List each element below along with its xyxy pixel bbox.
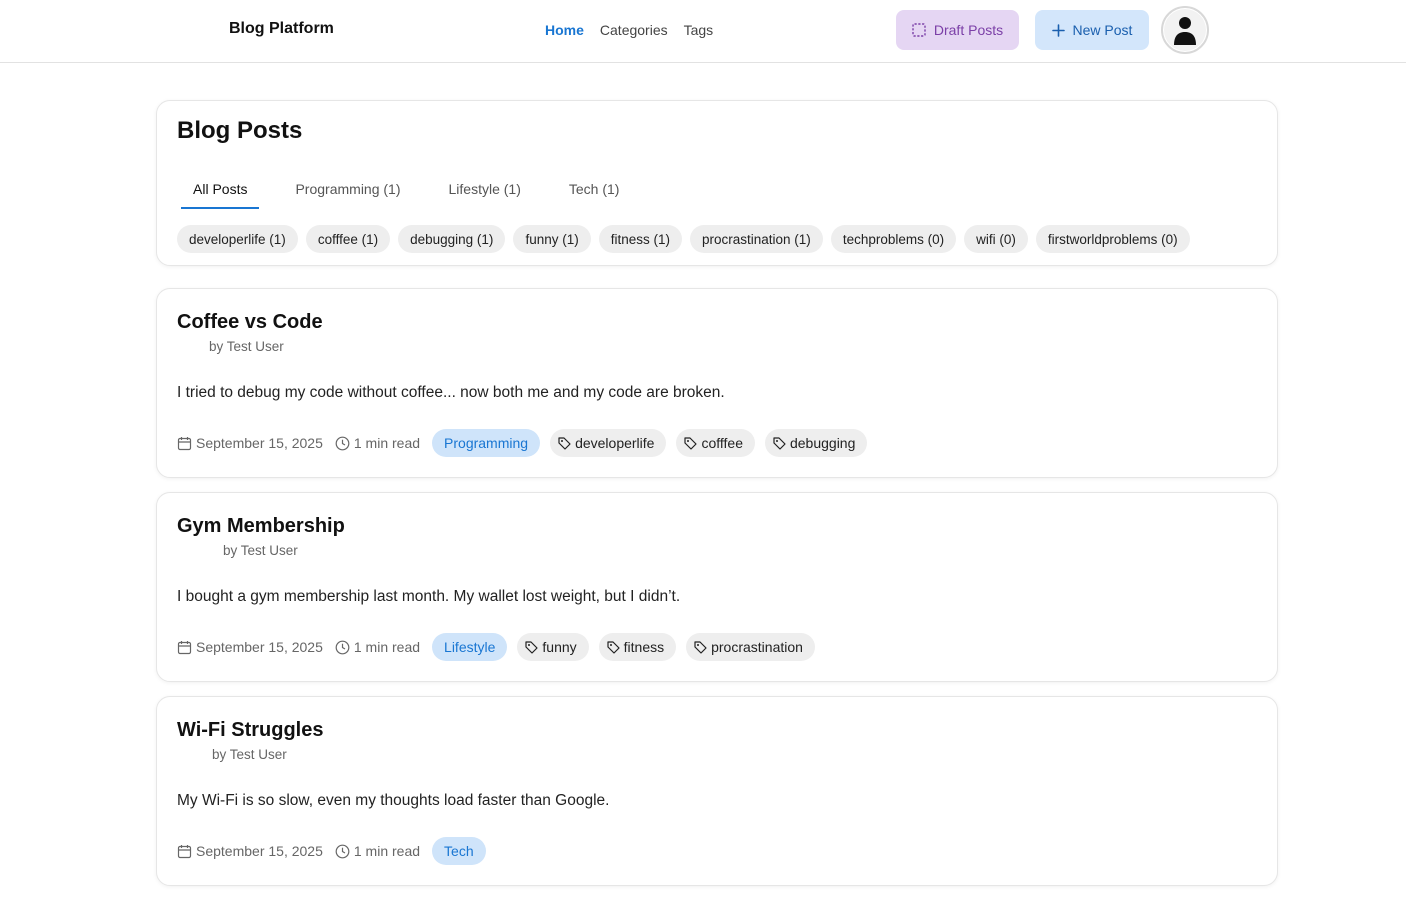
tag-icon [684, 436, 698, 450]
category-tabs: All Posts Programming (1) Lifestyle (1) … [181, 173, 655, 209]
post-card[interactable]: Coffee vs Code by Test User I tried to d… [156, 288, 1278, 478]
post-tag-label: fitness [623, 639, 665, 655]
post-title[interactable]: Coffee vs Code [177, 311, 323, 334]
page-title: Blog Posts [177, 117, 303, 144]
calendar-icon [177, 436, 192, 451]
user-avatar[interactable] [1161, 6, 1209, 54]
post-read-time-text: 1 min read [353, 639, 421, 655]
calendar-icon [177, 640, 192, 655]
post-author: by Test User [212, 747, 287, 762]
post-read-time: 1 min read [335, 639, 420, 655]
tab-programming[interactable]: Programming (1) [283, 173, 412, 209]
post-tag-chip[interactable]: developerlife [550, 429, 667, 457]
top-navbar: Blog Platform Home Categories Tags Draft… [0, 0, 1406, 63]
new-post-label: New Post [1072, 22, 1133, 38]
post-tag-chip[interactable]: fitness [598, 633, 677, 661]
post-title[interactable]: Gym Membership [177, 515, 345, 538]
tag-filter-chip[interactable]: funny (1) [513, 225, 591, 253]
plus-icon [1051, 23, 1065, 37]
tag-filter-chip[interactable]: cofffee (1) [305, 225, 391, 253]
post-read-time-text: 1 min read [353, 843, 421, 859]
post-tag-label: procrastination [711, 639, 803, 655]
main-nav: Home Categories Tags [545, 22, 713, 38]
post-meta: September 15, 2025 1 min read Programmin… [177, 429, 868, 457]
post-read-time: 1 min read [335, 843, 420, 859]
tag-filter-chip[interactable]: debugging (1) [398, 225, 506, 253]
post-excerpt: I tried to debug my code without coffee.… [177, 384, 725, 401]
tag-filter-chips: developerlife (1) cofffee (1) debugging … [177, 225, 1190, 253]
post-date: September 15, 2025 [177, 435, 323, 451]
tag-icon [525, 640, 538, 654]
new-post-button[interactable]: New Post [1035, 10, 1149, 50]
post-tag-chip[interactable]: funny [517, 633, 589, 661]
brand-title[interactable]: Blog Platform [229, 20, 334, 38]
post-tag-label: funny [542, 639, 577, 655]
post-read-time-text: 1 min read [353, 435, 421, 451]
tag-icon [773, 436, 786, 450]
post-author: by Test User [209, 339, 284, 354]
draft-posts-button[interactable]: Draft Posts [896, 10, 1019, 50]
post-category-chip[interactable]: Tech [432, 837, 486, 865]
post-tag-chip[interactable]: procrastination [686, 633, 815, 661]
post-tag-chip[interactable]: debugging [764, 429, 868, 457]
post-tag-label: debugging [789, 435, 856, 451]
post-tag-label: cofffee [701, 435, 743, 451]
dashed-square-icon [912, 23, 926, 37]
tag-filter-chip[interactable]: fitness (1) [598, 225, 682, 253]
tag-icon [694, 640, 707, 654]
nav-categories-link[interactable]: Categories [600, 22, 668, 38]
user-icon [1164, 9, 1206, 51]
post-meta: September 15, 2025 1 min read Tech [177, 837, 486, 865]
filter-card: Blog Posts All Posts Programming (1) Lif… [156, 100, 1278, 266]
nav-home-link[interactable]: Home [545, 22, 584, 38]
post-title[interactable]: Wi-Fi Struggles [177, 719, 323, 742]
clock-icon [335, 844, 350, 859]
post-author: by Test User [223, 543, 298, 558]
tag-filter-chip[interactable]: wifi (0) [964, 225, 1028, 253]
post-date-text: September 15, 2025 [196, 639, 323, 655]
post-card[interactable]: Gym Membership by Test User I bought a g… [156, 492, 1278, 682]
post-category-chip[interactable]: Lifestyle [432, 633, 508, 661]
nav-tags-link[interactable]: Tags [684, 22, 714, 38]
post-excerpt: My Wi-Fi is so slow, even my thoughts lo… [177, 792, 610, 809]
post-category-chip[interactable]: Programming [432, 429, 541, 457]
post-tag-label: developerlife [575, 435, 655, 451]
post-tag-chip[interactable]: cofffee [676, 429, 755, 457]
tag-filter-chip[interactable]: firstworldproblems (0) [1035, 225, 1190, 253]
post-date: September 15, 2025 [177, 639, 323, 655]
calendar-icon [177, 844, 192, 859]
tag-icon [607, 640, 620, 654]
tab-all-posts[interactable]: All Posts [181, 173, 260, 209]
post-date-text: September 15, 2025 [196, 843, 323, 859]
clock-icon [335, 640, 350, 655]
tag-icon [558, 436, 571, 450]
tag-filter-chip[interactable]: procrastination (1) [690, 225, 823, 253]
tag-filter-chip[interactable]: developerlife (1) [177, 225, 298, 253]
post-card[interactable]: Wi-Fi Struggles by Test User My Wi-Fi is… [156, 696, 1278, 886]
post-read-time: 1 min read [335, 435, 420, 451]
tab-tech[interactable]: Tech (1) [557, 173, 632, 209]
post-date: September 15, 2025 [177, 843, 323, 859]
post-meta: September 15, 2025 1 min read Lifestyle … [177, 633, 815, 661]
post-excerpt: I bought a gym membership last month. My… [177, 588, 681, 605]
tag-filter-chip[interactable]: techproblems (0) [830, 225, 957, 253]
clock-icon [335, 436, 350, 451]
tab-lifestyle[interactable]: Lifestyle (1) [437, 173, 533, 209]
draft-posts-label: Draft Posts [933, 22, 1004, 38]
post-date-text: September 15, 2025 [196, 435, 323, 451]
